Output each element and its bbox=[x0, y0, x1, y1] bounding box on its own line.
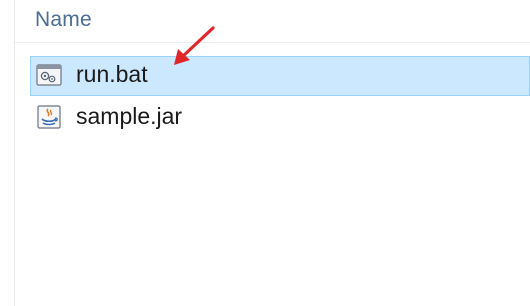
file-row-sample-jar[interactable]: sample.jar bbox=[30, 98, 530, 138]
column-header-bar: Name bbox=[15, 0, 530, 43]
batch-file-icon bbox=[36, 63, 62, 87]
red-arrow-annotation bbox=[174, 26, 215, 65]
file-name: run.bat bbox=[76, 61, 148, 87]
pane-divider bbox=[14, 0, 15, 306]
java-jar-icon bbox=[36, 105, 62, 129]
file-list: run.bat sample.jar bbox=[30, 56, 530, 140]
file-explorer-pane: Name run.bat sample.jar bbox=[0, 0, 530, 306]
file-name: sample.jar bbox=[76, 103, 183, 129]
name-column-header[interactable]: Name bbox=[35, 8, 92, 32]
file-row-run-bat[interactable]: run.bat bbox=[30, 56, 530, 96]
